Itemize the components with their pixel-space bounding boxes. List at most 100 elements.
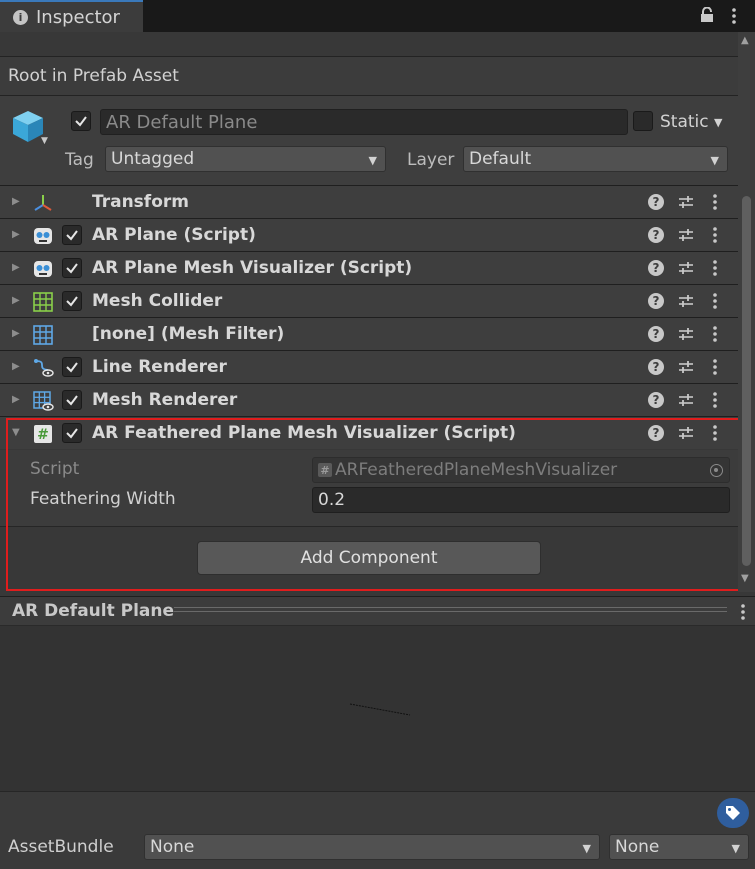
chevron-down-icon: ▼ xyxy=(582,842,591,855)
component-enabled-checkbox[interactable] xyxy=(62,258,82,278)
script-face-icon xyxy=(34,261,52,277)
icon-dropdown-caret-icon[interactable]: ▼ xyxy=(41,136,48,146)
scrollbar-thumb[interactable] xyxy=(742,196,751,566)
preset-sliders-icon[interactable] xyxy=(677,193,695,211)
more-vert-icon[interactable] xyxy=(709,258,721,278)
checkmark-icon xyxy=(66,428,78,439)
component-enabled-checkbox[interactable] xyxy=(62,291,82,311)
foldout-arrow-icon[interactable]: ▶ xyxy=(12,328,20,339)
checkmark-icon xyxy=(66,263,78,274)
foldout-arrow-icon[interactable]: ▶ xyxy=(12,295,20,306)
component-enabled-checkbox[interactable] xyxy=(62,357,82,377)
feathering-width-value: 0.2 xyxy=(318,490,346,510)
foldout-arrow-icon[interactable]: ▶ xyxy=(12,361,20,372)
preset-sliders-icon[interactable] xyxy=(677,292,695,310)
chevron-down-icon: ▼ xyxy=(731,842,740,855)
static-label[interactable]: Static xyxy=(660,112,709,132)
prefab-root-bar: Root in Prefab Asset xyxy=(0,56,738,96)
component-mesh-filter[interactable]: ▶ [none] (Mesh Filter) ? xyxy=(0,317,738,350)
more-vert-icon[interactable] xyxy=(709,291,721,311)
component-ar-plane[interactable]: ▶ AR Plane (Script) ? xyxy=(0,218,738,251)
component-enabled-checkbox[interactable] xyxy=(62,225,82,245)
help-icon[interactable]: ? xyxy=(648,260,664,276)
component-mesh-collider[interactable]: ▶ Mesh Collider ? xyxy=(0,284,738,317)
component-name: Line Renderer xyxy=(92,357,227,377)
component-ar-feathered-plane-mesh-visualizer[interactable]: ▼ # AR Feathered Plane Mesh Visualizer (… xyxy=(0,416,738,449)
component-transform[interactable]: ▶ Transform ? xyxy=(0,185,738,218)
help-icon[interactable]: ? xyxy=(648,359,664,375)
component-name: AR Feathered Plane Mesh Visualizer (Scri… xyxy=(92,423,516,443)
component-line-renderer[interactable]: ▶ Line Renderer ? xyxy=(0,350,738,383)
foldout-arrow-icon[interactable]: ▶ xyxy=(12,262,20,273)
asset-bundle-bar: AssetBundle None ▼ None ▼ xyxy=(0,791,755,869)
more-vert-icon[interactable] xyxy=(709,423,721,443)
asset-bundle-variant-dropdown[interactable]: None ▼ xyxy=(609,834,749,860)
static-dropdown-caret-icon[interactable]: ▼ xyxy=(714,116,722,129)
preview-title: AR Default Plane xyxy=(12,601,175,621)
component-ar-plane-mesh-visualizer[interactable]: ▶ AR Plane Mesh Visualizer (Script) ? xyxy=(0,251,738,284)
chevron-down-icon: ▼ xyxy=(710,154,719,167)
add-component-button[interactable]: Add Component xyxy=(197,541,541,575)
object-picker-icon[interactable] xyxy=(710,464,723,477)
tab-inspector[interactable]: i Inspector xyxy=(0,0,143,32)
scroll-down-arrow-icon[interactable]: ▼ xyxy=(741,573,749,584)
script-asset-icon: # xyxy=(318,463,332,477)
svg-text:#: # xyxy=(37,427,49,443)
help-icon[interactable]: ? xyxy=(648,392,664,408)
component-enabled-checkbox[interactable] xyxy=(62,423,82,443)
checkmark-icon xyxy=(66,230,78,241)
feathering-width-input[interactable]: 0.2 xyxy=(312,487,730,513)
tab-title: Inspector xyxy=(36,6,120,28)
checkmark-icon xyxy=(66,395,78,406)
component-name: Transform xyxy=(92,192,189,212)
component-mesh-renderer[interactable]: ▶ Mesh Renderer ? xyxy=(0,383,738,416)
preset-sliders-icon[interactable] xyxy=(677,325,695,343)
component-name: Mesh Renderer xyxy=(92,390,238,410)
info-icon: i xyxy=(13,9,28,25)
foldout-arrow-icon[interactable]: ▶ xyxy=(12,394,20,405)
preset-sliders-icon[interactable] xyxy=(677,358,695,376)
scroll-up-arrow-icon[interactable]: ▲ xyxy=(741,35,749,46)
preset-sliders-icon[interactable] xyxy=(677,424,695,442)
help-icon[interactable]: ? xyxy=(648,293,664,309)
preset-sliders-icon[interactable] xyxy=(677,259,695,277)
more-vert-icon[interactable] xyxy=(709,324,721,344)
help-icon[interactable]: ? xyxy=(648,326,664,342)
tab-bar: i Inspector xyxy=(0,0,755,32)
more-vert-icon[interactable] xyxy=(728,6,740,26)
lock-icon[interactable] xyxy=(700,7,714,23)
gameobject-name-input[interactable]: AR Default Plane xyxy=(100,109,628,135)
more-vert-icon[interactable] xyxy=(709,225,721,245)
more-vert-icon[interactable] xyxy=(709,390,721,410)
preset-sliders-icon[interactable] xyxy=(677,226,695,244)
help-icon[interactable]: ? xyxy=(648,425,664,441)
help-icon[interactable]: ? xyxy=(648,227,664,243)
component-enabled-checkbox[interactable] xyxy=(62,390,82,410)
label-tag-icon[interactable] xyxy=(717,798,749,828)
script-face-icon xyxy=(34,228,52,244)
component-name: Mesh Collider xyxy=(92,291,223,311)
layer-label: Layer xyxy=(407,150,455,170)
preview-header[interactable]: AR Default Plane xyxy=(0,596,755,626)
script-field-label: Script xyxy=(30,459,80,479)
more-vert-icon[interactable] xyxy=(709,192,721,212)
vertical-scrollbar[interactable]: ▲ ▼ xyxy=(738,32,755,592)
gameobject-active-checkbox[interactable] xyxy=(71,111,91,131)
preview-drag-handle[interactable] xyxy=(174,607,727,612)
foldout-arrow-expanded-icon[interactable]: ▼ xyxy=(12,427,20,438)
script-object-field[interactable]: # ARFeatheredPlaneMeshVisualizer xyxy=(312,457,730,483)
foldout-arrow-icon[interactable]: ▶ xyxy=(12,196,20,207)
gameobject-name-text: AR Default Plane xyxy=(106,111,258,133)
more-vert-icon[interactable] xyxy=(737,602,749,622)
more-vert-icon[interactable] xyxy=(709,357,721,377)
tag-dropdown[interactable]: Untagged ▼ xyxy=(105,146,386,172)
preset-sliders-icon[interactable] xyxy=(677,391,695,409)
script-field-value: ARFeatheredPlaneMeshVisualizer xyxy=(335,460,618,480)
static-checkbox[interactable] xyxy=(633,111,653,131)
layer-dropdown[interactable]: Default ▼ xyxy=(463,146,728,172)
asset-bundle-name-dropdown[interactable]: None ▼ xyxy=(144,834,600,860)
help-icon[interactable]: ? xyxy=(648,194,664,210)
line-renderer-icon xyxy=(34,359,54,377)
foldout-arrow-icon[interactable]: ▶ xyxy=(12,229,20,240)
preview-viewport[interactable] xyxy=(0,626,755,791)
